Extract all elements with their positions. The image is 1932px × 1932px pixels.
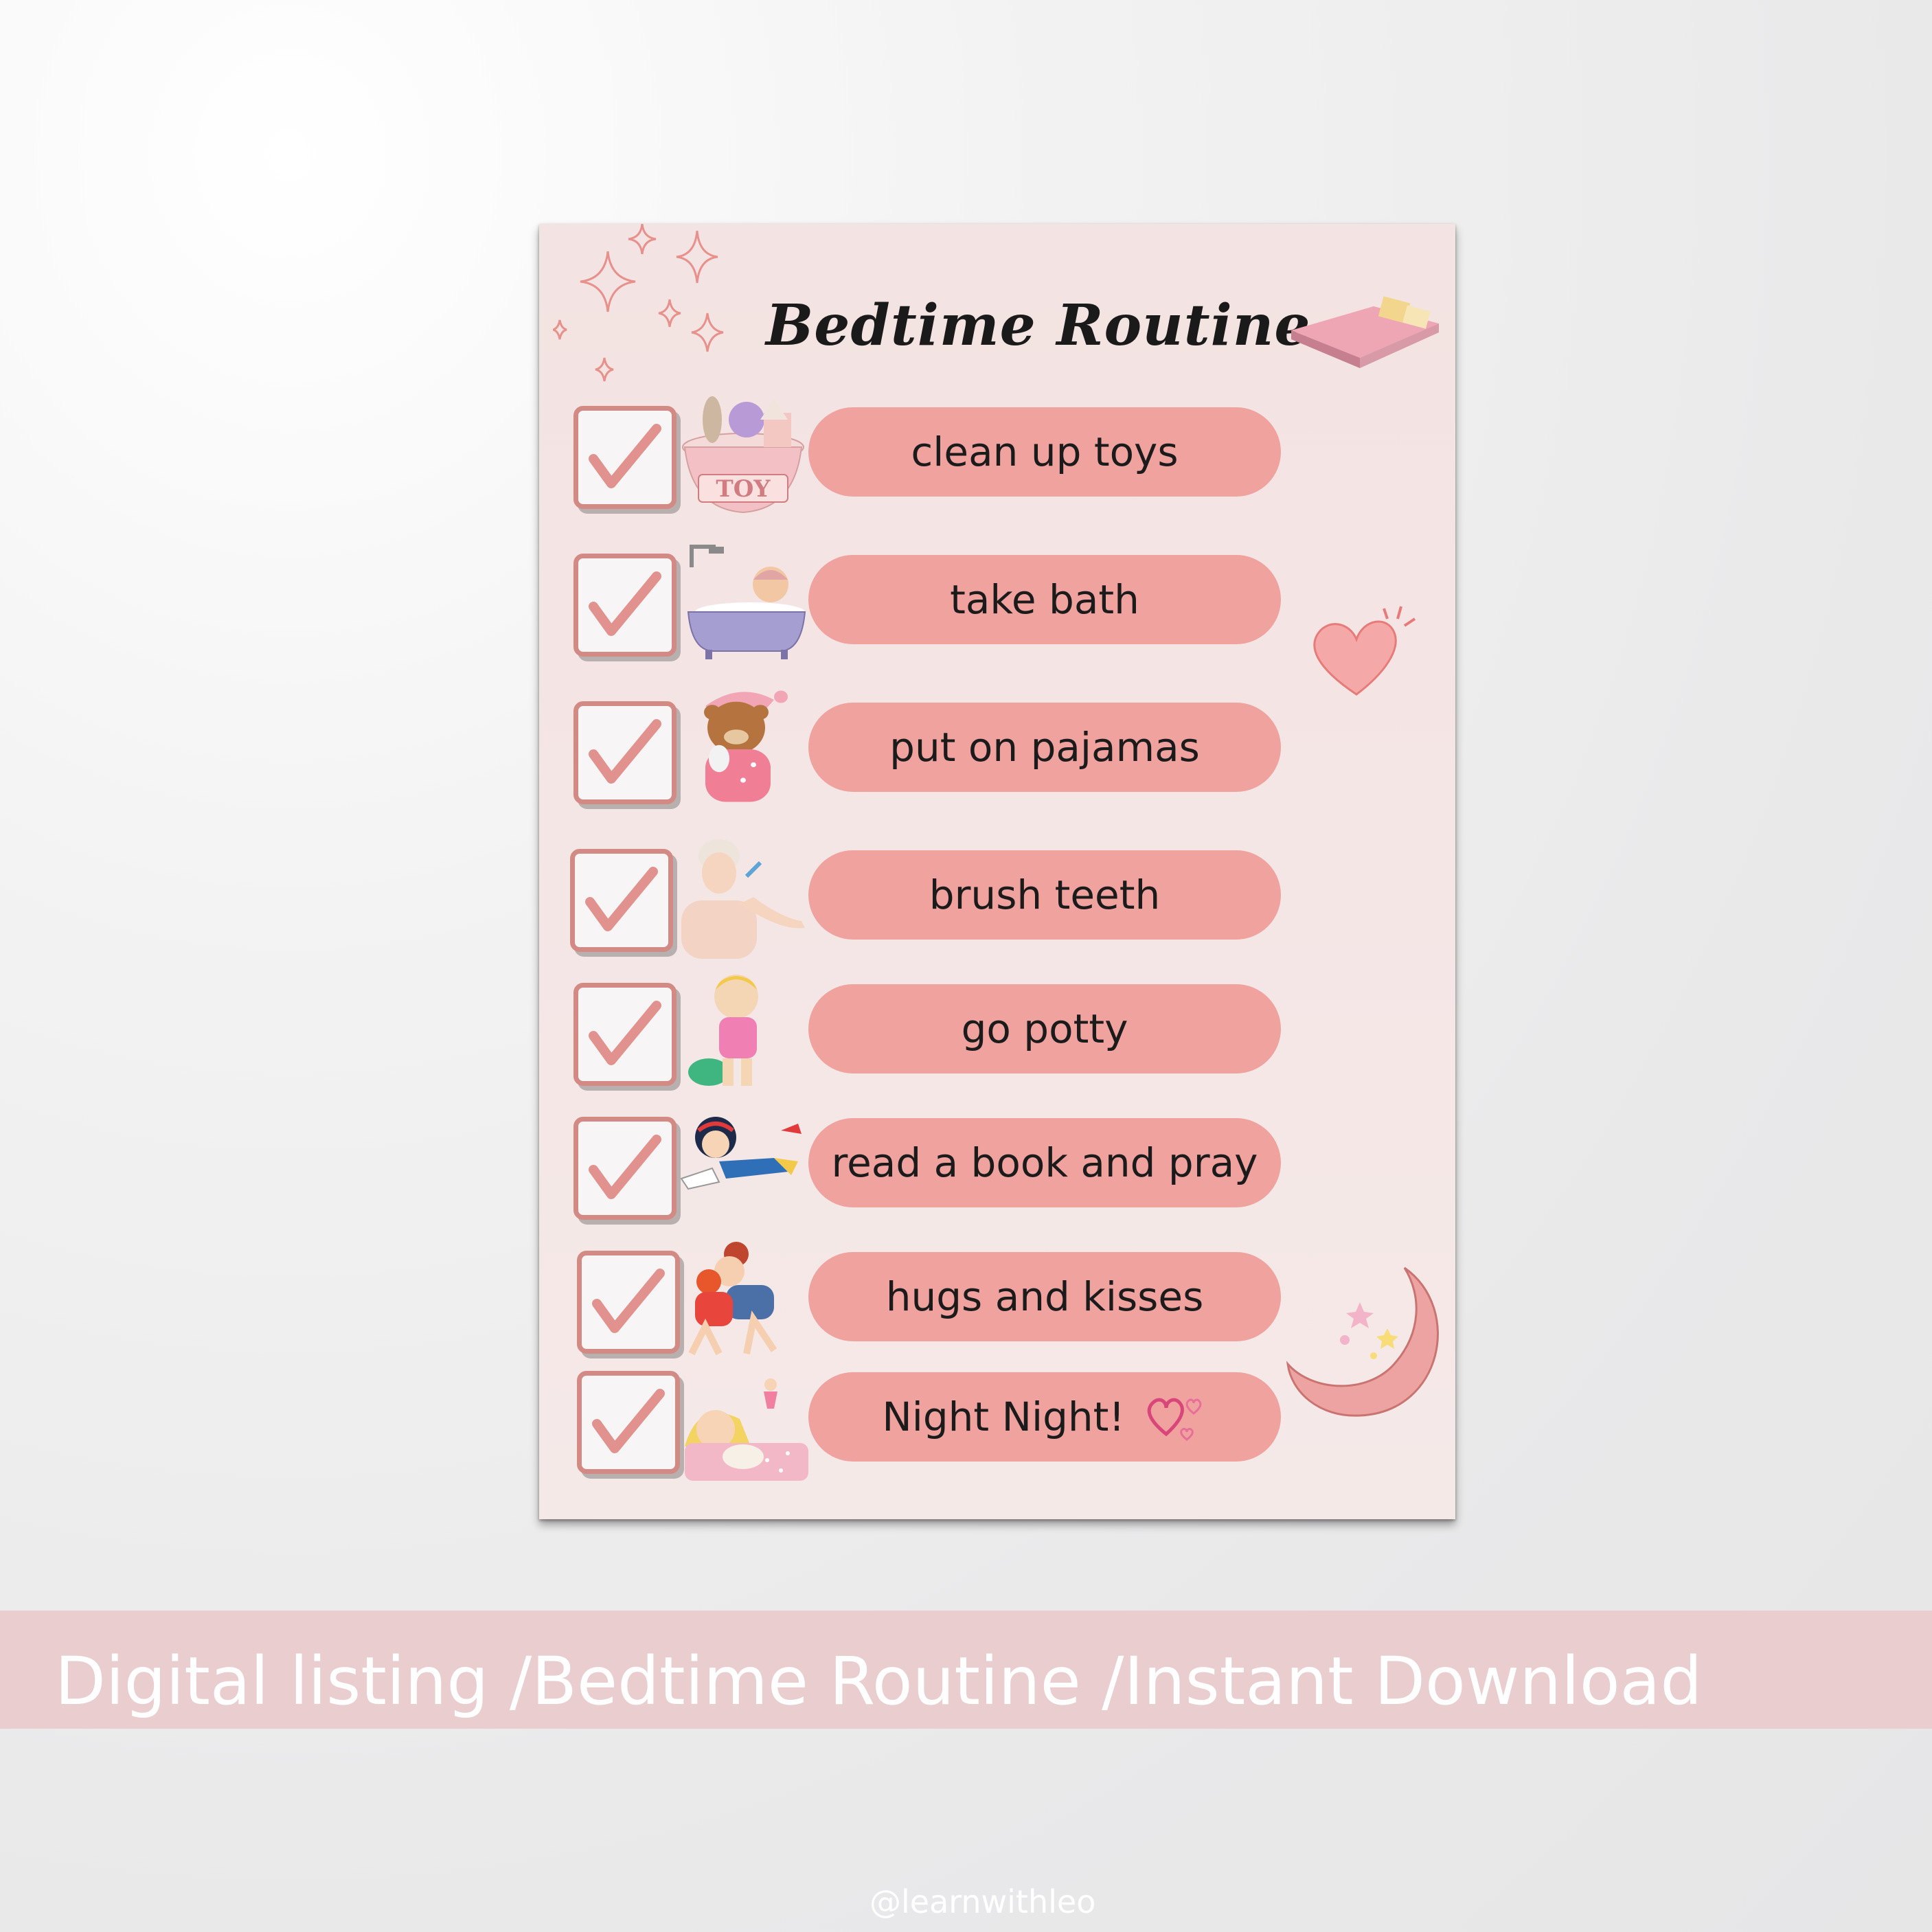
task-pill: put on pajamas	[808, 703, 1281, 792]
bed-icon	[1291, 296, 1439, 368]
list-item: put on pajamas	[539, 687, 1455, 811]
checkbox[interactable]	[573, 554, 677, 657]
hearts-icon	[1147, 1398, 1202, 1441]
sparkles-icon	[553, 224, 724, 382]
checkmark-icon	[589, 571, 661, 636]
checkbox[interactable]	[573, 701, 677, 804]
checkbox[interactable]	[573, 406, 677, 509]
list-item: go potty	[539, 969, 1455, 1093]
task-pill: go potty	[808, 984, 1281, 1073]
checkmark-icon	[592, 1269, 665, 1333]
task-pill: take bath	[808, 555, 1281, 644]
sleeping-girl-icon	[678, 1357, 808, 1481]
list-item: read a book and pray	[539, 1103, 1455, 1227]
banner-text: Digital listing /Bedtime Routine /Instan…	[55, 1643, 1703, 1720]
list-item: hugs and kisses	[539, 1237, 1455, 1361]
task-pill: Night Night!	[808, 1372, 1281, 1462]
checkmark-icon	[589, 1135, 661, 1199]
watermark: @learnwithleo	[870, 1883, 1096, 1920]
hugging-icon	[678, 1237, 808, 1361]
checkbox[interactable]	[573, 1117, 677, 1220]
page-title: Bedtime Routine	[766, 293, 1311, 359]
task-pill: brush teeth	[808, 850, 1281, 940]
potty-icon	[678, 969, 808, 1093]
checkbox[interactable]	[573, 983, 677, 1086]
checkmark-icon	[589, 1001, 661, 1065]
bathtub-icon	[678, 540, 808, 663]
bedtime-routine-poster: Bedtime Routine TOY clean up toys take b…	[539, 224, 1455, 1519]
reading-girl-icon	[678, 1103, 808, 1227]
checkbox[interactable]	[577, 1371, 680, 1474]
toy-basket-icon: TOY	[678, 392, 808, 516]
checkbox[interactable]	[570, 849, 673, 952]
teddy-bear-pajamas-icon	[678, 687, 808, 811]
list-item: take bath	[539, 540, 1455, 663]
task-pill: hugs and kisses	[808, 1252, 1281, 1341]
brushing-teeth-icon	[678, 835, 808, 959]
list-item: brush teeth	[539, 835, 1455, 959]
task-label: Night Night!	[882, 1394, 1125, 1440]
list-item: TOY clean up toys	[539, 392, 1455, 516]
checkmark-icon	[585, 867, 658, 931]
toy-badge-text: TOY	[716, 475, 771, 503]
checkmark-icon	[592, 1389, 665, 1453]
checkmark-icon	[589, 424, 661, 488]
task-pill: clean up toys	[808, 407, 1281, 497]
list-item: Night Night!	[539, 1357, 1455, 1481]
checkmark-icon	[589, 719, 661, 784]
checkbox[interactable]	[577, 1251, 680, 1354]
task-pill: read a book and pray	[808, 1118, 1281, 1207]
